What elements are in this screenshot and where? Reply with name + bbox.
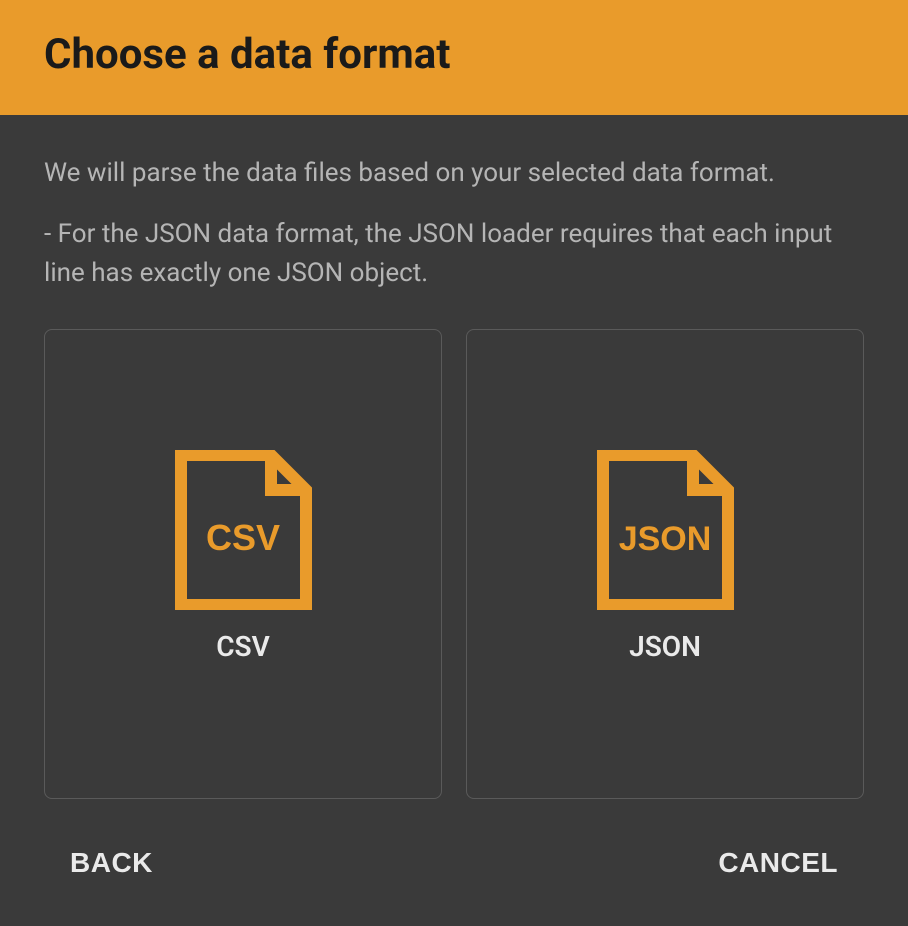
back-button[interactable]: BACK <box>70 847 153 879</box>
cancel-button[interactable]: CANCEL <box>718 847 838 879</box>
option-csv-label: CSV <box>216 630 270 663</box>
option-json[interactable]: JSON JSON <box>466 329 864 799</box>
option-json-label: JSON <box>629 630 701 663</box>
format-options: CSV CSV JSON JSON <box>44 329 864 799</box>
csv-file-icon: CSV <box>171 450 316 610</box>
dialog-footer: BACK CANCEL <box>0 799 908 879</box>
dialog-title: Choose a data format <box>44 30 864 79</box>
note-text: - For the JSON data format, the JSON loa… <box>44 215 864 293</box>
dialog-content: We will parse the data files based on yo… <box>0 115 908 799</box>
svg-text:CSV: CSV <box>205 517 279 558</box>
svg-text:JSON: JSON <box>618 520 711 558</box>
description-text: We will parse the data files based on yo… <box>44 155 864 191</box>
json-file-icon: JSON <box>593 450 738 610</box>
option-csv[interactable]: CSV CSV <box>44 329 442 799</box>
dialog-header: Choose a data format <box>0 0 908 115</box>
